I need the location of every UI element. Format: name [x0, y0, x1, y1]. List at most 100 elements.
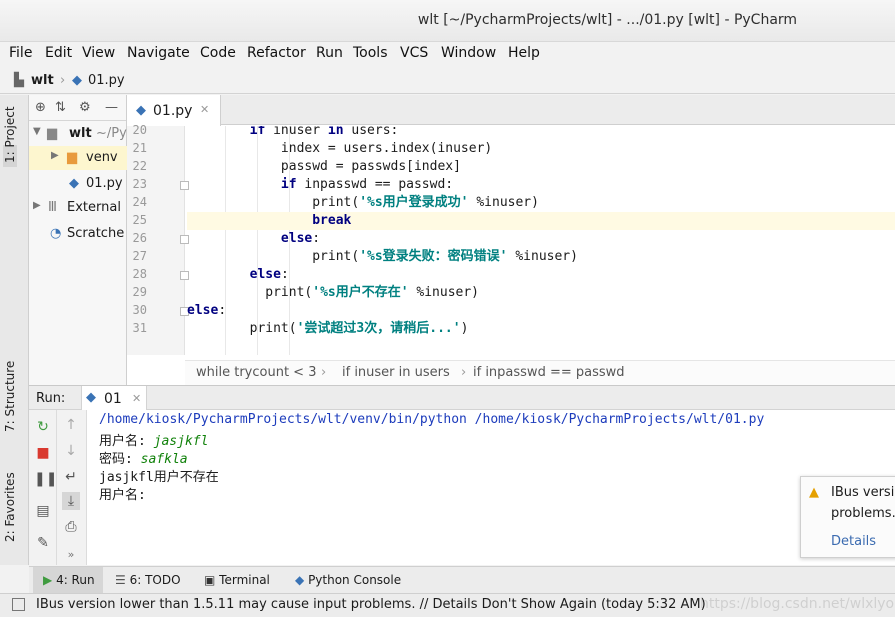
nav-project[interactable]: wlt: [31, 73, 54, 88]
menu-tools[interactable]: Tools: [353, 45, 388, 61]
code-token: ): [460, 321, 469, 336]
window-title: wlt [~/PycharmProjects/wlt] - .../01.py …: [417, 12, 798, 28]
folder-icon: ▆: [47, 126, 57, 141]
code-line[interactable]: else:: [187, 230, 895, 248]
library-icon: Ⅲ: [48, 200, 57, 215]
menu-edit[interactable]: Edit: [45, 45, 72, 61]
python-file-icon: ◆: [136, 103, 146, 118]
gear-icon[interactable]: ⚙: [79, 100, 91, 115]
code-line[interactable]: else:: [187, 302, 895, 320]
close-icon[interactable]: ✕: [132, 392, 141, 405]
notification-text: IBus versi: [831, 485, 895, 500]
code-token: passwd = passwds[index]: [280, 159, 461, 174]
bottom-tool-tabs: ▶ 4: Run ☰ 6: TODO ▣ Terminal ◆ Python C…: [29, 566, 895, 594]
chevron-right-icon[interactable]: ▶: [51, 150, 59, 161]
menu-file[interactable]: File: [9, 45, 32, 61]
print-icon[interactable]: ⎙: [62, 518, 80, 536]
collapse-icon[interactable]: ⇅: [55, 100, 66, 115]
editor-tab-label: 01.py: [153, 103, 193, 119]
menu-window[interactable]: Window: [441, 45, 496, 61]
editor-tab-01py[interactable]: ◆ 01.py ✕: [127, 95, 221, 126]
bottom-tab-run[interactable]: ▶ 4: Run: [33, 567, 103, 594]
bottom-tab-todo[interactable]: ☰ 6: TODO: [115, 567, 181, 594]
stop-icon[interactable]: ■: [34, 444, 52, 462]
code-token: :: [312, 231, 321, 246]
menu-run[interactable]: Run: [316, 45, 343, 61]
run-tab-01[interactable]: ◆ 01 ✕: [81, 386, 147, 411]
tree-label: Scratche: [67, 226, 125, 241]
tree-label: External: [67, 200, 121, 215]
code-line[interactable]: index = users.index(inuser): [187, 140, 895, 158]
rerun-icon[interactable]: ↻: [34, 418, 52, 436]
sync-icon[interactable]: ⊕: [35, 100, 46, 115]
menu-help[interactable]: Help: [508, 45, 540, 61]
status-bar: IBus version lower than 1.5.11 may cause…: [0, 593, 895, 617]
up-arrow-icon[interactable]: ↑: [62, 416, 80, 434]
down-arrow-icon[interactable]: ↓: [62, 442, 80, 460]
code-editor[interactable]: if inuser in users: index = users.index(…: [187, 126, 895, 355]
code-line[interactable]: else:: [187, 266, 895, 284]
scroll-to-end-icon[interactable]: ⤓: [62, 492, 80, 510]
tab-structure[interactable]: 7: Structure: [3, 361, 17, 432]
notification-details-link[interactable]: Details: [831, 534, 876, 549]
tree-item-scratches[interactable]: ◔ Scratche: [29, 222, 127, 246]
code-line[interactable]: print('%s用户登录成功' %inuser): [187, 194, 895, 212]
run-icon: ▶: [43, 573, 53, 587]
chevron-right-icon[interactable]: ▶: [33, 200, 41, 211]
more-icon[interactable]: »: [62, 546, 80, 564]
bottom-tab-terminal[interactable]: ▣ Terminal: [204, 567, 270, 594]
menu-code[interactable]: Code: [200, 45, 236, 61]
run-label: Run:: [36, 391, 66, 406]
code-token: users:: [343, 126, 399, 138]
code-token: %inuser): [468, 195, 539, 210]
menu-navigate[interactable]: Navigate: [127, 45, 190, 61]
line-number: 20: [132, 123, 147, 137]
code-line[interactable]: break: [187, 212, 895, 230]
code-line[interactable]: print('%s用户不存在' %inuser): [187, 284, 895, 302]
code-token: break: [312, 213, 352, 228]
code-line[interactable]: if inpasswd == passwd:: [187, 176, 895, 194]
nav-file[interactable]: 01.py: [88, 73, 125, 88]
soft-wrap-icon[interactable]: ↵: [62, 468, 80, 486]
tree-item-file[interactable]: ◆ 01.py: [29, 172, 127, 196]
hide-icon[interactable]: —: [105, 100, 118, 115]
line-number: 28: [132, 267, 147, 281]
code-line[interactable]: print('尝试超过3次，请稍后...'): [187, 320, 895, 338]
code-token: '%s用户登录成功': [359, 195, 469, 210]
breadcrumb-item[interactable]: while trycount < 3: [196, 365, 316, 380]
line-number: 31: [132, 321, 147, 335]
breadcrumb-item[interactable]: if inuser in users: [342, 365, 450, 380]
pin-icon[interactable]: ✎: [34, 534, 52, 552]
tab-favorites[interactable]: 2: Favorites: [3, 472, 17, 542]
layout-toggle-icon[interactable]: [12, 598, 25, 611]
code-line[interactable]: passwd = passwds[index]: [187, 158, 895, 176]
chevron-down-icon[interactable]: ▼: [33, 126, 41, 137]
tree-item-venv[interactable]: ▶ ▆ venv: [29, 146, 127, 170]
console-input: jasjkfl: [153, 434, 209, 449]
tab-project[interactable]: 1: Project: [3, 106, 17, 167]
close-icon[interactable]: ✕: [200, 103, 209, 116]
console-line: 密码: safkla: [99, 448, 188, 467]
run-tab-label: 01: [104, 391, 122, 407]
tree-item-external[interactable]: ▶ Ⅲ External: [29, 196, 127, 220]
menu-vcs[interactable]: VCS: [400, 45, 428, 61]
bottom-tab-python-console[interactable]: ◆ Python Console: [295, 567, 401, 594]
code-token: print(: [312, 195, 360, 210]
menu-view[interactable]: View: [82, 45, 115, 61]
code-token: %inuser): [507, 249, 578, 264]
status-message[interactable]: IBus version lower than 1.5.11 may cause…: [36, 597, 706, 612]
folder-icon: ▆: [67, 150, 77, 165]
tree-item-wlt[interactable]: ▼ ▆ wlt ~/Py: [29, 122, 127, 146]
code-line[interactable]: if inuser in users:: [187, 126, 895, 140]
run-console[interactable]: /home/kiosk/PycharmProjects/wlt/venv/bin…: [87, 410, 895, 565]
layout-icon[interactable]: ▤: [34, 502, 52, 520]
breadcrumb-item[interactable]: if inpasswd == passwd: [473, 365, 625, 380]
code-line[interactable]: print('%s登录失败：密码错误' %inuser): [187, 248, 895, 266]
pause-icon[interactable]: ❚❚: [34, 470, 57, 488]
menu-refactor[interactable]: Refactor: [247, 45, 306, 61]
